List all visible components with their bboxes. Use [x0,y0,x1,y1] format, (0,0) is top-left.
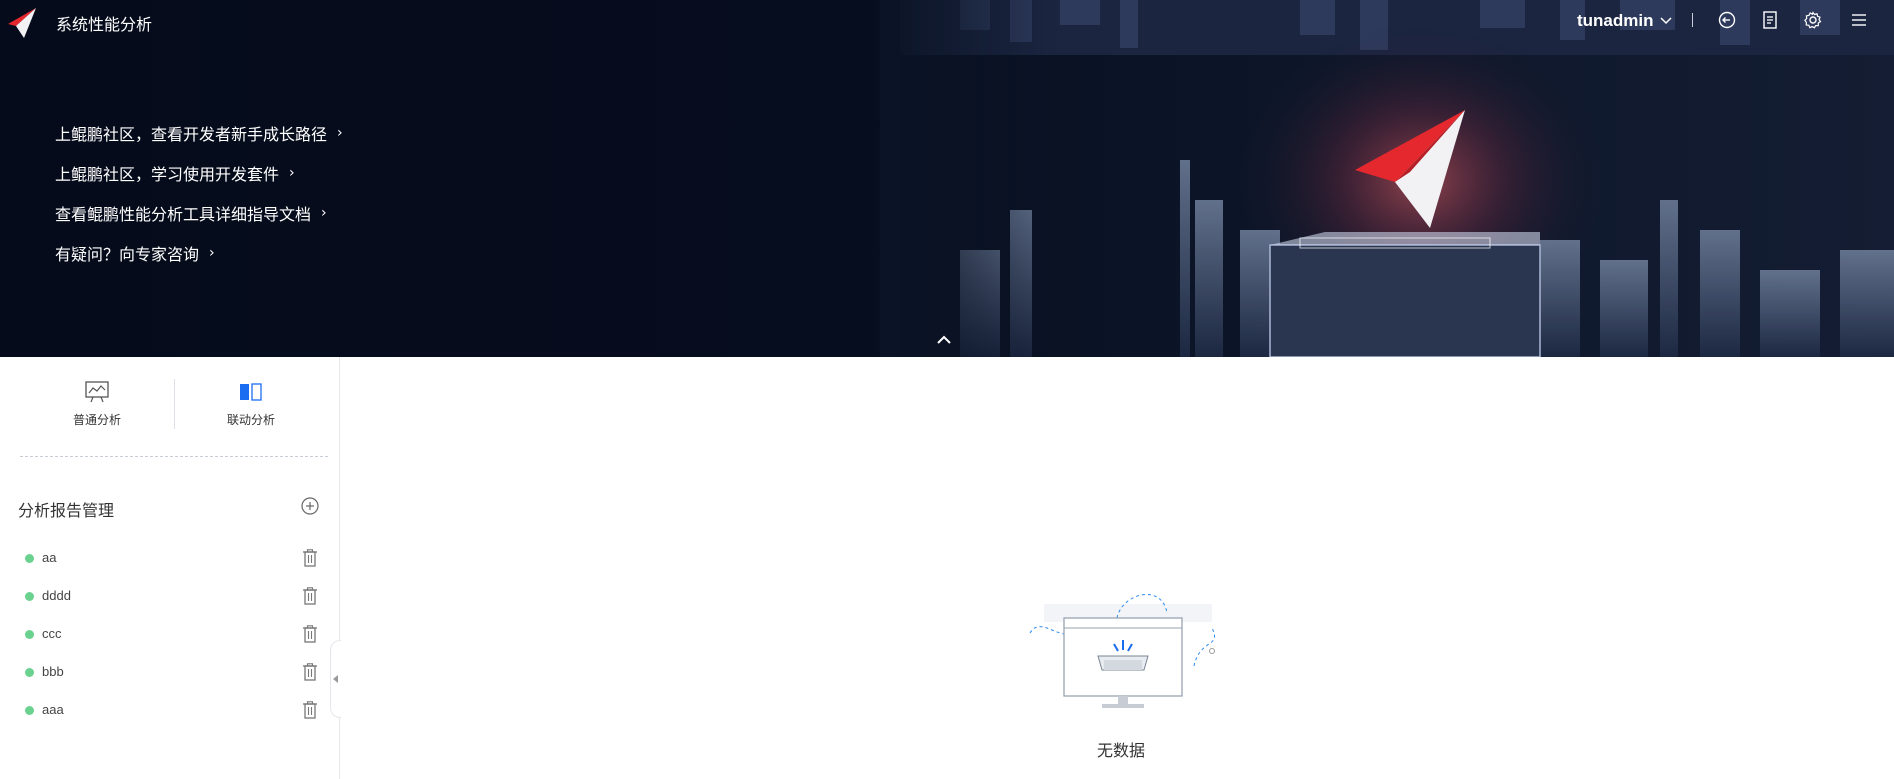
trash-icon[interactable] [301,586,319,606]
logout-icon[interactable] [1716,9,1738,31]
tab-normal-analysis[interactable]: 普通分析 [20,379,174,449]
top-bar: 系统性能分析 tunadmin [0,0,1894,42]
report-name: dddd [42,588,71,603]
collapse-sidebar-button[interactable] [330,640,341,718]
list-item[interactable]: aa [0,539,340,577]
tab-label: 普通分析 [72,413,121,427]
chevron-up-icon [937,335,951,344]
link-label: 上鲲鹏社区，查看开发者新手成长路径 [55,125,328,144]
chevron-right-icon: › [337,125,343,141]
link-label: 上鲲鹏社区，学习使用开发套件 [55,165,280,184]
chart-board-icon [85,381,109,403]
trash-icon[interactable] [301,548,319,568]
chevron-right-icon: › [289,165,295,181]
empty-box-illustration [1029,594,1215,708]
trash-icon[interactable] [301,700,319,720]
report-name: ccc [42,626,62,641]
hero-banner: 系统性能分析 tunadmin 上鲲鹏社区，查看开发者新手成长路径 › 上鲲鹏社… [0,0,1894,357]
link-label: 查看鲲鹏性能分析工具详细指导文档 [55,205,312,224]
link-growth-path[interactable]: 上鲲鹏社区，查看开发者新手成长路径 › [55,113,343,153]
status-dot [25,668,34,677]
report-section-title: 分析报告管理 [18,501,115,520]
chevron-down-icon [1659,17,1672,25]
tab-divider [174,379,175,429]
trash-icon[interactable] [301,662,319,682]
chevron-right-icon: › [321,205,327,221]
report-name: bbb [42,664,64,679]
main-content [341,357,1894,779]
report-name: aaa [42,702,64,717]
brand-logo-icon[interactable] [6,6,38,38]
collapse-banner-button[interactable] [934,329,954,349]
hero-links: 上鲲鹏社区，查看开发者新手成长路径 › 上鲲鹏社区，学习使用开发套件 › 查看鲲… [55,113,343,273]
chevron-right-icon: › [209,245,215,261]
user-name: tunadmin [1577,11,1654,30]
report-name: aa [42,550,57,565]
list-item[interactable]: bbb [0,653,340,691]
caret-left-icon [333,675,338,683]
empty-state-text: 无数据 [1097,741,1146,760]
plus-circle-icon [301,497,319,515]
settings-icon[interactable] [1802,9,1824,31]
link-guide-docs[interactable]: 查看鲲鹏性能分析工具详细指导文档 › [55,193,343,233]
status-dot [25,630,34,639]
divider [1692,13,1693,27]
compare-panels-icon [240,383,262,401]
link-ask-expert[interactable]: 有疑问？向专家咨询 › [55,233,343,273]
menu-icon[interactable] [1848,9,1870,31]
status-dot [25,554,34,563]
list-item[interactable]: aaa [0,691,340,729]
tab-linked-analysis[interactable]: 联动分析 [174,379,328,449]
link-label: 有疑问？向专家咨询 [55,245,200,264]
trash-icon[interactable] [301,624,319,644]
list-item[interactable]: dddd [0,577,340,615]
app-title: 系统性能分析 [56,15,153,34]
section-divider [20,456,328,457]
link-dev-kit[interactable]: 上鲲鹏社区，学习使用开发套件 › [55,153,343,193]
status-dot [25,706,34,715]
report-list: aa dddd ccc bbb aaa [0,539,340,729]
sidebar: 普通分析 联动分析 分析报告管理 aa dddd ccc bbb aaa [0,357,340,779]
status-dot [25,592,34,601]
add-report-button[interactable] [300,496,320,516]
list-item[interactable]: ccc [0,615,340,653]
user-menu[interactable]: tunadmin [1577,10,1672,32]
document-icon[interactable] [1759,9,1781,31]
tab-label: 联动分析 [226,413,275,427]
